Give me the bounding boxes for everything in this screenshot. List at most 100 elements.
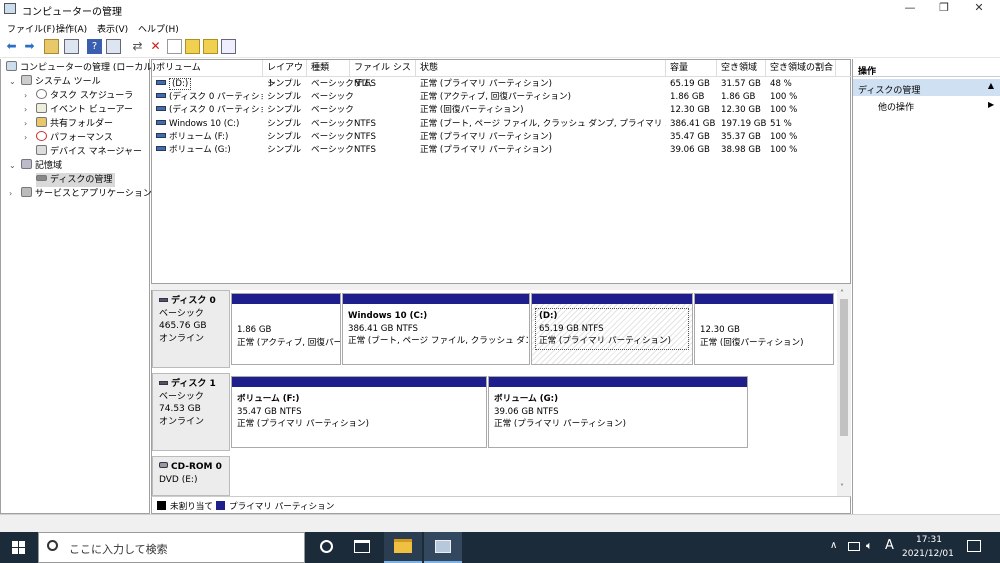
minimize-button[interactable]: —	[893, 0, 927, 18]
tree-storage[interactable]: ⌄ 記憶域	[9, 159, 62, 173]
chevron-right-icon[interactable]: ›	[24, 117, 27, 131]
partition-info: ボリューム (G:) 39.06 GB NTFS 正常 (プライマリ パーティシ…	[494, 394, 626, 429]
clock-date[interactable]: 2021/12/01	[902, 549, 954, 559]
chevron-right-icon[interactable]: ›	[24, 103, 27, 117]
scrollbar-thumb[interactable]	[840, 299, 848, 436]
menu-view[interactable]: 表示(V)	[97, 22, 128, 35]
taskbar-search-box[interactable]: ここに入力して検索	[38, 532, 305, 563]
chevron-right-icon[interactable]: ›	[24, 131, 27, 145]
tree-root[interactable]: コンピューターの管理 (ローカル)	[6, 61, 156, 75]
scroll-down-icon[interactable]: ˅	[840, 483, 844, 492]
status-bar	[0, 514, 1000, 532]
task-view-icon[interactable]	[354, 540, 370, 553]
col-file-system[interactable]: ファイル システム	[350, 60, 416, 89]
table-row[interactable]: (ディスク 0 パーティション 4) シンプルベーシック 正常 (回復パーティション…	[152, 104, 852, 117]
notification-icon[interactable]	[967, 540, 981, 552]
table-cell: 100 %	[770, 131, 836, 144]
up-folder-icon[interactable]	[44, 39, 59, 54]
search-icon	[47, 540, 58, 551]
restore-button[interactable]: ❐	[927, 0, 961, 18]
menu-file[interactable]: ファイル(F)	[7, 22, 55, 35]
table-cell: シンプル	[267, 104, 309, 117]
forward-arrow-icon[interactable]: ➡	[22, 39, 37, 54]
file-explorer-taskbar-button[interactable]	[384, 532, 422, 563]
back-arrow-icon[interactable]: ⬅	[4, 39, 19, 54]
cell-text: 65.19 GB	[670, 79, 710, 89]
tree-system-tools[interactable]: ⌄ システム ツール	[9, 75, 101, 89]
disk-management-icon	[36, 175, 47, 181]
disk-label[interactable]: ディスク 1 ベーシック 74.53 GB オンライン	[152, 373, 230, 451]
menu-help[interactable]: ヘルプ(H)	[138, 22, 179, 35]
disk-label[interactable]: ディスク 0 ベーシック 465.76 GB オンライン	[152, 290, 230, 368]
menu-action[interactable]: 操作(A)	[56, 22, 87, 35]
partition-block-selected[interactable]: (D:) 65.19 GB NTFS 正常 (プライマリ パーティション)	[531, 293, 693, 365]
chevron-down-icon[interactable]: ⌄	[9, 159, 16, 173]
cell-text: NTFS	[354, 79, 376, 89]
list-view-icon[interactable]	[221, 39, 236, 54]
table-cell: 12.30 GB	[721, 104, 768, 117]
volume-icon[interactable]: 🔈︎	[866, 539, 873, 553]
col-type[interactable]: 種類	[307, 60, 350, 76]
table-row[interactable]: ボリューム (G:) シンプル ベーシック NTFS 正常 (プライマリ パーティション…	[152, 144, 852, 157]
show-hide-action-pane-icon[interactable]	[106, 39, 121, 54]
partition-block[interactable]: 12.30 GB 正常 (回復パーティション)	[694, 293, 834, 365]
menu-bar: ファイル(F) 操作(A) 表示(V) ヘルプ(H)	[0, 19, 1000, 35]
partition-block[interactable]: Windows 10 (C:) 386.41 GB NTFS 正常 (ブート, …	[342, 293, 530, 365]
legend-unallocated: 未割り当て	[170, 502, 213, 512]
partition-block[interactable]: ボリューム (G:) 39.06 GB NTFS 正常 (プライマリ パーティシ…	[488, 376, 748, 448]
scroll-up-icon[interactable]: ˄	[840, 289, 844, 298]
disk-type: ベーシック	[159, 308, 204, 319]
collapse-up-icon[interactable]: ▲	[988, 81, 994, 90]
show-hide-tree-icon[interactable]	[64, 39, 79, 54]
cortana-icon[interactable]	[320, 540, 333, 553]
ime-indicator[interactable]: A	[885, 538, 894, 553]
chevron-up-icon[interactable]: ∧	[830, 540, 837, 551]
table-cell: 35.37 GB	[721, 131, 768, 144]
network-icon[interactable]	[848, 542, 860, 551]
tree-services-apps[interactable]: › サービスとアプリケーション	[9, 187, 152, 201]
col-percent-free[interactable]: 空き領域の割合	[766, 60, 836, 76]
chevron-down-icon[interactable]: ⌄	[9, 75, 16, 89]
cell-text: 正常 (プライマリ パーティション)	[420, 131, 552, 142]
chevron-right-icon[interactable]: ›	[9, 187, 12, 201]
actions-section-disk-management[interactable]: ディスクの管理 ▲	[853, 79, 1000, 96]
tree-disk-management[interactable]: ディスクの管理	[36, 173, 116, 187]
col-free-space[interactable]: 空き領域	[717, 60, 766, 76]
tree-performance[interactable]: › パフォーマンス	[24, 131, 113, 145]
more-actions[interactable]: 他の操作 ▶	[878, 100, 998, 113]
table-row[interactable]: ボリューム (F:) シンプル ベーシック NTFS 正常 (プライマリ パーティション…	[152, 131, 852, 144]
volume-icon	[156, 146, 166, 151]
table-cell: ボリューム (F:)	[156, 131, 263, 144]
computer-management-taskbar-button[interactable]	[424, 532, 462, 563]
table-row[interactable]: (D:) シンプル ベーシック NTFS 正常 (プライマリ パーティション) 65.19…	[152, 78, 852, 91]
properties-icon[interactable]	[167, 39, 182, 54]
table-cell: (ディスク 0 パーティション 1)	[156, 91, 263, 104]
table-row[interactable]: Windows 10 (C:) シンプル ベーシック NTFS 正常 (ブート, ページ…	[152, 118, 852, 131]
col-capacity[interactable]: 容量	[666, 60, 717, 76]
partition-block[interactable]: ボリューム (F:) 35.47 GB NTFS 正常 (プライマリ パーティシ…	[231, 376, 487, 448]
disk-icon	[159, 298, 168, 302]
help-icon[interactable]: ?	[87, 39, 102, 54]
tree-task-scheduler[interactable]: › タスク スケジューラ	[24, 89, 133, 103]
chevron-right-icon[interactable]: ›	[24, 89, 27, 103]
tree-device-manager[interactable]: デバイス マネージャー	[36, 145, 142, 159]
window-title: コンピューターの管理	[22, 7, 122, 18]
search-folder-icon[interactable]	[203, 39, 218, 54]
cell-text: ベーシック	[311, 131, 353, 142]
cell-text: 100 %	[770, 105, 798, 116]
tree-shared-folders[interactable]: › 共有フォルダー	[24, 117, 113, 131]
tree-event-viewer[interactable]: › イベント ビューアー	[24, 103, 133, 117]
open-folder-icon[interactable]	[185, 39, 200, 54]
windows-start-icon[interactable]	[12, 541, 25, 554]
cell-text: (ディスク 0 パーティション 4)	[169, 105, 263, 116]
clock-time[interactable]: 17:31	[916, 535, 942, 545]
table-row[interactable]: (ディスク 0 パーティション 1) シンプルベーシック 正常 (アクティブ, 回復…	[152, 91, 852, 104]
col-status[interactable]: 状態	[416, 60, 666, 76]
disk-label[interactable]: CD-ROM 0 DVD (E:)	[152, 456, 230, 496]
col-layout[interactable]: レイアウト	[263, 60, 307, 89]
connect-drive-icon[interactable]: ⇄	[130, 39, 145, 54]
partition-block[interactable]: 1.86 GB 正常 (アクティブ, 回復パーテ	[231, 293, 341, 365]
col-volume[interactable]: ボリューム	[152, 60, 263, 76]
close-button[interactable]: ✕	[962, 0, 996, 18]
delete-icon[interactable]: ✕	[148, 39, 163, 54]
